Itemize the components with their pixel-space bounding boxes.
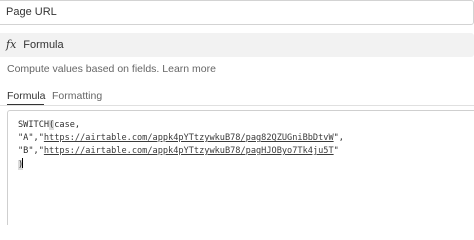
learn-more-link[interactable]: Learn more [162, 63, 216, 75]
text-cursor [22, 158, 24, 168]
formula-case-b-key: "B"," [18, 146, 44, 156]
field-type-label: Formula [23, 39, 64, 51]
tabs-divider [0, 105, 474, 106]
formula-fn: SWITCH [18, 120, 50, 130]
formula-case-b-end: " [333, 146, 339, 156]
field-name-input[interactable]: Page URL [0, 0, 474, 25]
field-type-description: Compute values based on fields. Learn mo… [7, 63, 216, 75]
tab-formatting[interactable]: Formatting [52, 90, 102, 102]
formula-case-a-key: "A"," [18, 133, 44, 143]
formula-tabs: Formula Formatting [0, 88, 474, 106]
formula-url-a: https://airtable.com/appk4pYTtzywkuB78/p… [43, 133, 334, 143]
field-type-select[interactable]: fx Formula [0, 33, 474, 57]
fx-icon: fx [6, 38, 17, 51]
formula-args: case, [54, 120, 81, 130]
tab-formula[interactable]: Formula [7, 90, 46, 102]
description-text: Compute values based on fields. [7, 63, 160, 75]
formula-url-b: https://airtable.com/appk4pYTtzywkuB78/p… [43, 146, 334, 156]
formula-editor[interactable]: SWITCH(case, "A","https://airtable.com/a… [7, 110, 474, 225]
formula-code[interactable]: SWITCH(case, "A","https://airtable.com/a… [18, 119, 344, 172]
formula-case-a-end: ", [333, 133, 344, 143]
